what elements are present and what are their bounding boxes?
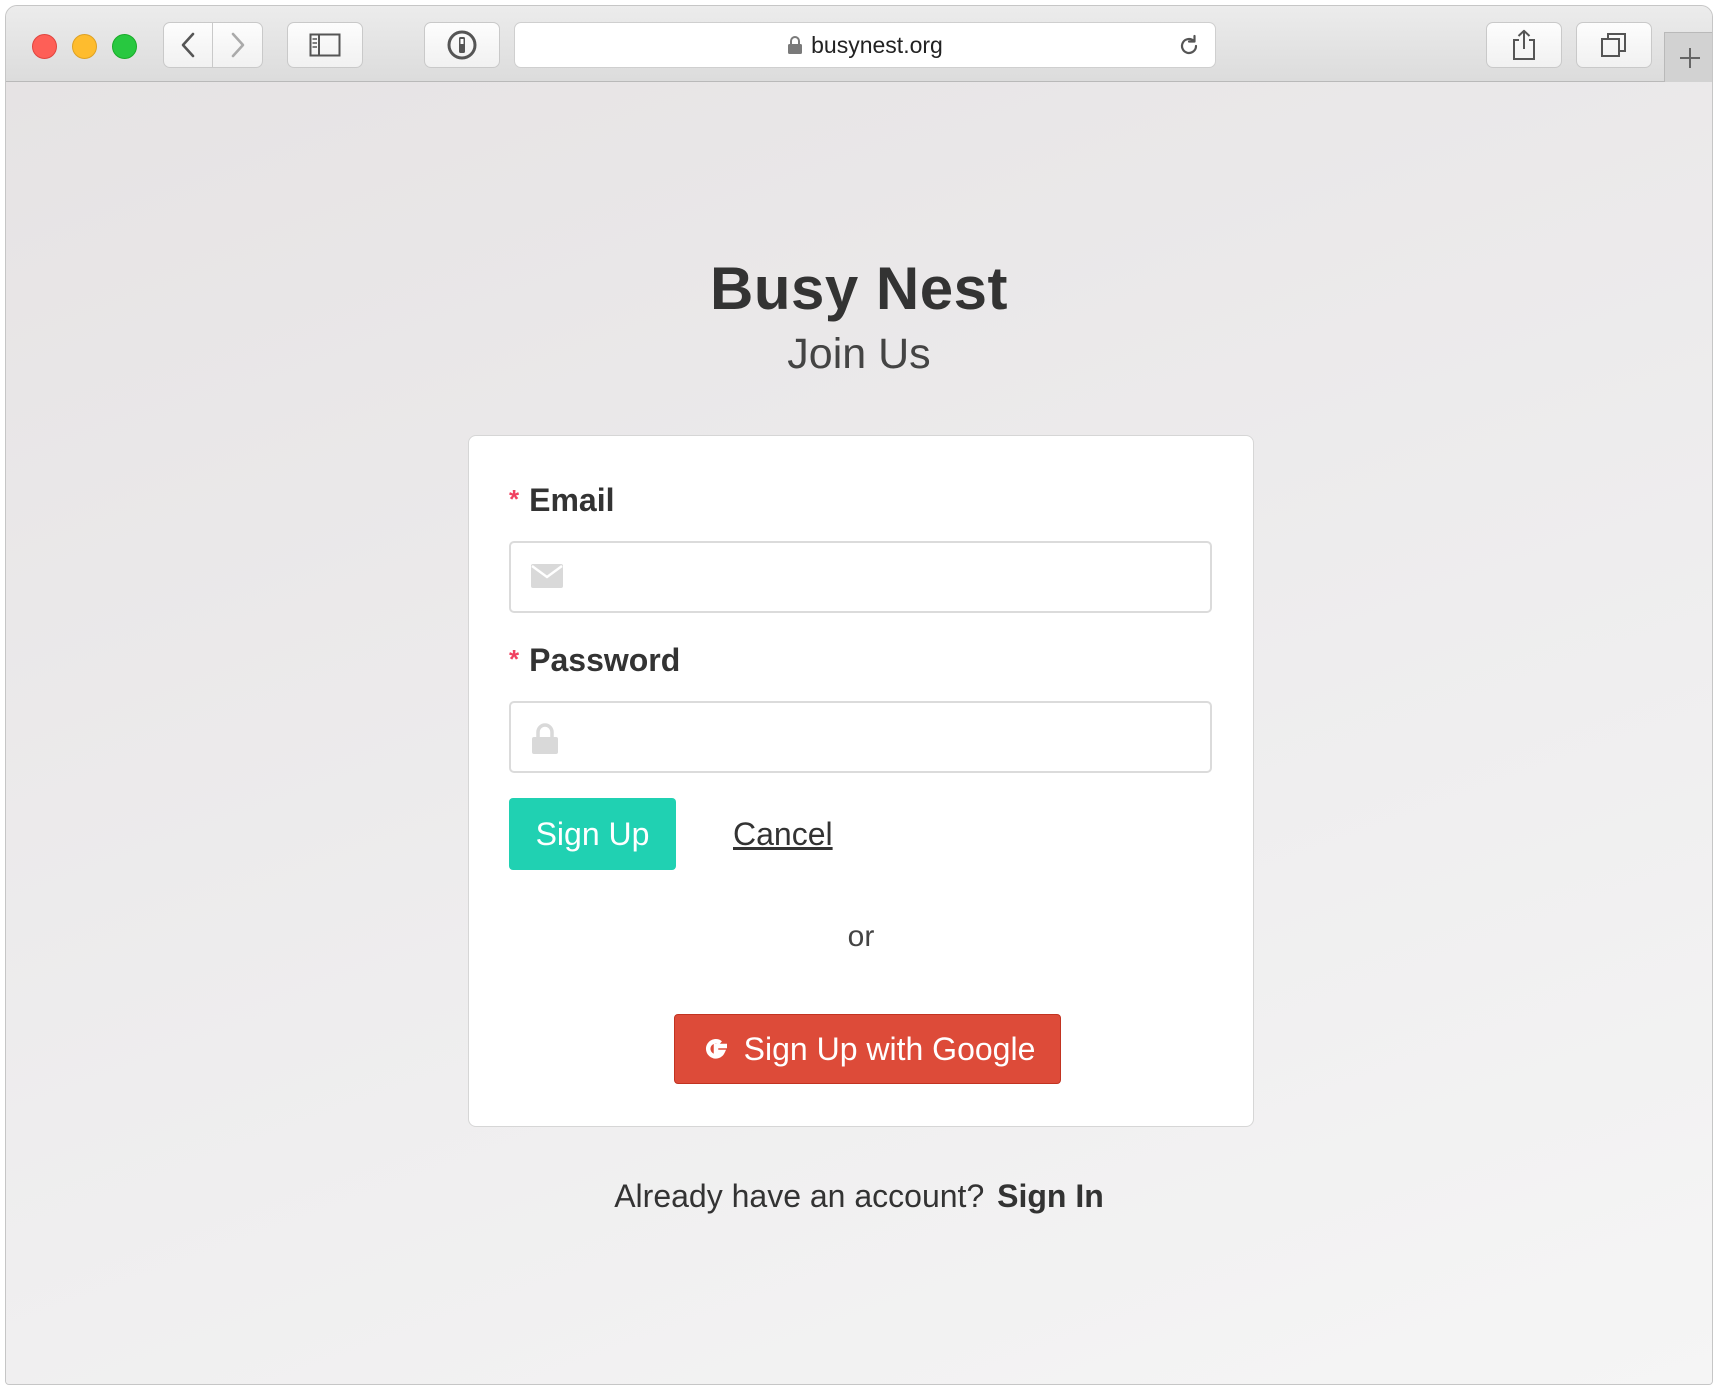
envelope-icon <box>531 564 563 588</box>
page-subtitle: Join Us <box>787 330 931 378</box>
sidebar-toggle-button[interactable] <box>287 22 363 68</box>
required-marker: * <box>509 484 520 514</box>
close-window-button[interactable] <box>32 34 57 59</box>
email-label-text: Email <box>529 482 615 518</box>
chevron-right-icon <box>231 32 244 58</box>
sign-up-with-google-button[interactable]: Sign Up with Google <box>674 1014 1061 1084</box>
password-field[interactable] <box>509 701 1212 773</box>
tabs-overview-button[interactable] <box>1576 22 1652 68</box>
password-manager-icon <box>447 30 477 60</box>
minimize-window-button[interactable] <box>72 34 97 59</box>
share-button[interactable] <box>1486 22 1562 68</box>
required-marker: * <box>509 644 520 674</box>
plus-icon <box>1679 47 1700 68</box>
email-field[interactable] <box>509 541 1212 613</box>
email-label: * Email <box>509 482 615 519</box>
address-bar[interactable]: busynest.org <box>514 22 1216 68</box>
password-label-text: Password <box>529 642 681 678</box>
google-g-icon <box>705 1039 727 1059</box>
new-tab-button[interactable] <box>1664 32 1712 82</box>
page-content: Busy Nest Join Us * Email * Password Sig… <box>6 82 1712 1384</box>
sidebar-icon <box>309 33 341 57</box>
address-center: busynest.org <box>515 23 1215 67</box>
sign-in-link[interactable]: Sign In <box>997 1178 1104 1214</box>
lock-icon <box>788 36 803 54</box>
browser-window: busynest.org Busy Nest Join Us * Email *… <box>5 5 1713 1385</box>
google-button-label: Sign Up with Google <box>743 1030 1036 1067</box>
password-label: * Password <box>509 642 680 679</box>
tabs-overview-icon <box>1601 33 1626 57</box>
email-input[interactable] <box>581 551 1195 605</box>
reload-button[interactable] <box>1177 34 1201 63</box>
signin-prompt: Already have an account? Sign In <box>6 1178 1712 1215</box>
password-input[interactable] <box>581 711 1195 765</box>
chevron-left-icon <box>181 32 195 58</box>
password-manager-button[interactable] <box>424 22 500 68</box>
sign-up-button[interactable]: Sign Up <box>509 798 676 870</box>
or-separator: or <box>847 920 875 953</box>
cancel-link[interactable]: Cancel <box>733 816 833 853</box>
lock-icon <box>532 723 558 754</box>
share-icon <box>1513 29 1535 60</box>
back-button[interactable] <box>163 22 213 68</box>
zoom-window-button[interactable] <box>112 34 137 59</box>
signin-prompt-text: Already have an account? <box>614 1178 985 1214</box>
address-url: busynest.org <box>811 31 943 58</box>
page-title: Busy Nest <box>710 255 1008 322</box>
reload-icon <box>1180 34 1198 55</box>
browser-toolbar: busynest.org <box>6 6 1712 82</box>
signup-card: * Email * Password Sign Up Cancel or Sig… <box>468 435 1254 1127</box>
forward-button[interactable] <box>213 22 263 68</box>
